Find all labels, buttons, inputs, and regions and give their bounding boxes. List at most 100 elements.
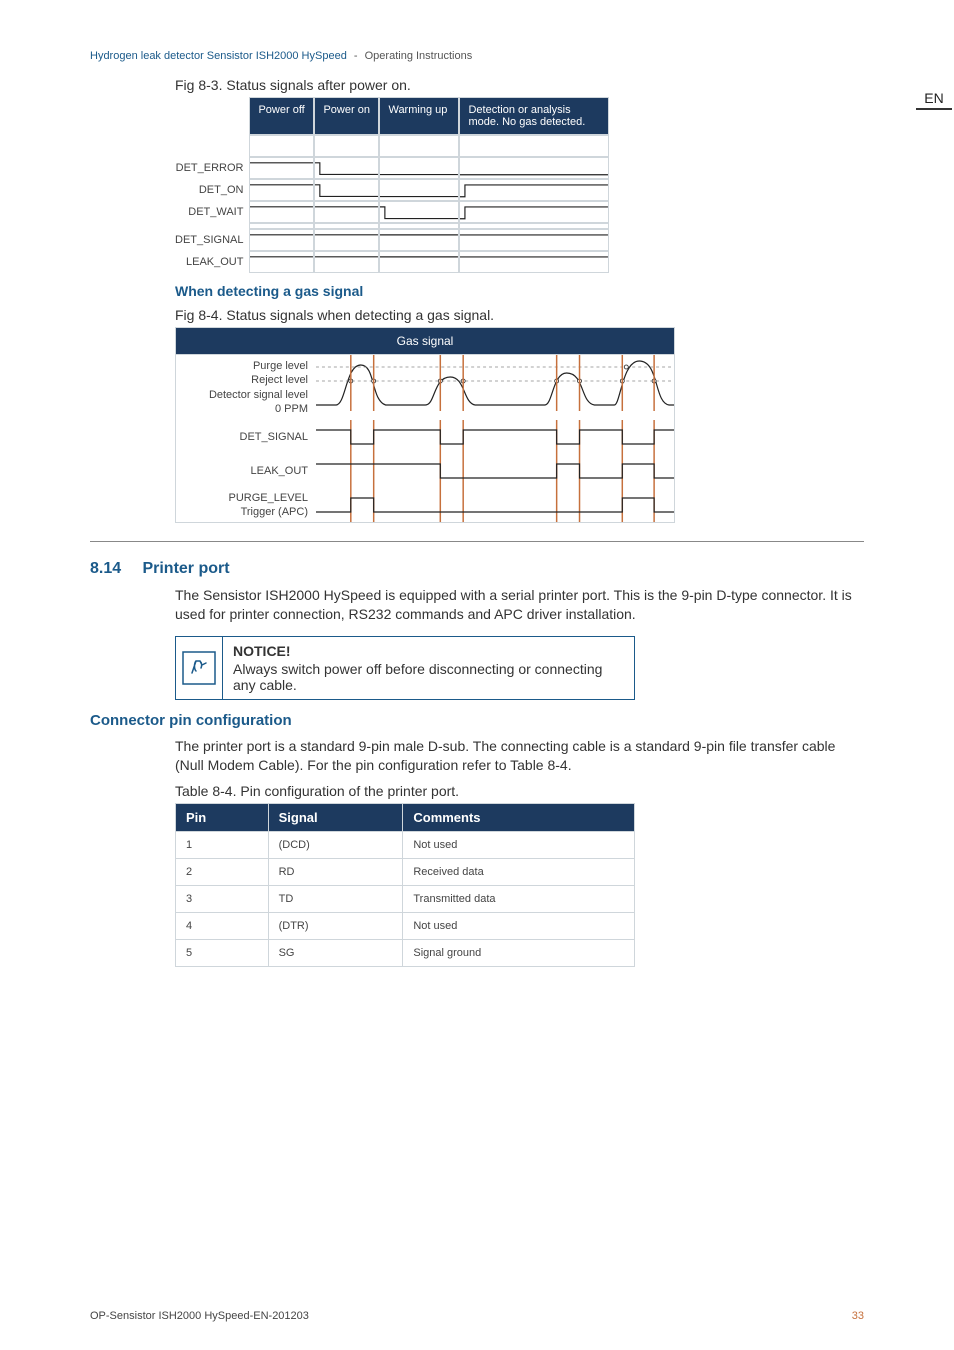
fig83-cell	[249, 135, 314, 157]
fig84-lbl: Purge level	[184, 359, 308, 373]
fig83-blank-header	[175, 97, 249, 135]
tbl-cell: 4	[176, 912, 269, 939]
table-row: 5SGSignal ground	[176, 939, 635, 966]
fig84-purge-row: PURGE_LEVEL Trigger (APC)	[176, 488, 674, 522]
when-detecting-heading: When detecting a gas signal	[175, 283, 864, 299]
fig83-cell	[379, 135, 459, 157]
notice-heading: NOTICE!	[233, 643, 624, 659]
section-8-14-heading: 8.14 Printer port	[90, 560, 864, 578]
fig84-lbl: Reject level	[184, 373, 308, 387]
fig84-detsignal-label: DET_SIGNAL	[176, 420, 316, 454]
fig84-analog-svg	[316, 355, 674, 411]
table-row: 1(DCD)Not used	[176, 831, 635, 858]
header-sep: -	[354, 50, 358, 62]
fig84-analog-labels: Purge level Reject level Detector signal…	[176, 355, 316, 420]
page-header: Hydrogen leak detector Sensistor ISH2000…	[90, 50, 864, 62]
section-rule	[90, 541, 864, 542]
fig83-cell	[249, 157, 314, 179]
fig83-cell	[314, 251, 379, 273]
tbl-cell: TD	[268, 885, 403, 912]
fig-8-4: Gas signal Purge level Reject level Dete…	[175, 327, 864, 523]
fig83-cell	[459, 201, 609, 223]
footer-doc: OP-Sensistor ISH2000 HySpeed-EN-201203	[90, 1310, 309, 1322]
tbl-cell: Transmitted data	[403, 885, 635, 912]
notice-icon	[176, 637, 223, 699]
notice-text: Always switch power off before disconnec…	[233, 661, 624, 693]
fig84-lbl: Detector signal level	[184, 388, 308, 402]
fig83-cell	[314, 229, 379, 251]
tbl-cell: 1	[176, 831, 269, 858]
fig84-lbl: 0 PPM	[184, 402, 308, 416]
fig83-cell	[249, 251, 314, 273]
table-8-4-caption: Table 8-4. Pin configuration of the prin…	[175, 783, 864, 799]
tbl-cell: (DCD)	[268, 831, 403, 858]
section-body: The Sensistor ISH2000 HySpeed is equippe…	[175, 586, 864, 624]
conn-title: Connector pin configuration	[90, 712, 864, 729]
fig-8-4-caption: Fig 8-4. Status signals when detecting a…	[175, 307, 864, 323]
header-section: Operating Instructions	[365, 50, 473, 62]
tbl-cell: RD	[268, 858, 403, 885]
fig84-purge-label: PURGE_LEVEL Trigger (APC)	[176, 488, 316, 522]
fig83-cell	[249, 229, 314, 251]
fig83-cell	[459, 135, 609, 157]
fig83-cell	[459, 229, 609, 251]
fig83-cell	[379, 229, 459, 251]
tbl-head-pin: Pin	[176, 803, 269, 831]
conn-body: The printer port is a standard 9-pin mal…	[175, 737, 864, 775]
fig83-cell	[379, 251, 459, 273]
section-number: 8.14	[90, 560, 138, 578]
fig84-leakout-row: LEAK_OUT	[176, 454, 674, 488]
notice-box: NOTICE! Always switch power off before d…	[175, 636, 635, 700]
fig84-head: Gas signal	[176, 328, 674, 355]
fig-8-3: Power off Power on Warming up Detection …	[175, 97, 864, 273]
tbl-head-signal: Signal	[268, 803, 403, 831]
fig83-cell	[314, 157, 379, 179]
fig83-cell	[314, 201, 379, 223]
tbl-cell: 3	[176, 885, 269, 912]
fig83-cell	[459, 157, 609, 179]
language-tab: EN	[914, 90, 954, 110]
fig84-purge-svg	[316, 488, 674, 522]
tbl-cell: Signal ground	[403, 939, 635, 966]
fig83-row-det-error: DET_ERROR	[175, 157, 249, 179]
fig83-spacerlabel	[175, 135, 249, 157]
header-product: Hydrogen leak detector Sensistor ISH2000…	[90, 50, 347, 62]
fig83-cell	[379, 179, 459, 201]
fig-8-3-caption: Fig 8-3. Status signals after power on.	[175, 77, 864, 93]
fig83-cell	[249, 179, 314, 201]
tbl-cell: Received data	[403, 858, 635, 885]
tbl-cell: (DTR)	[268, 912, 403, 939]
fig83-cell	[379, 201, 459, 223]
tbl-cell: Not used	[403, 831, 635, 858]
fig84-leakout-label: LEAK_OUT	[176, 454, 316, 488]
table-row: 3TDTransmitted data	[176, 885, 635, 912]
fig84-leakout-svg	[316, 454, 674, 488]
fig84-lbl: PURGE_LEVEL	[184, 491, 308, 505]
fig83-cell	[459, 179, 609, 201]
fig83-row-leak-out: LEAK_OUT	[175, 251, 249, 273]
fig83-row-det-signal: DET_SIGNAL	[175, 229, 249, 251]
page-footer: OP-Sensistor ISH2000 HySpeed-EN-201203 3…	[90, 1310, 864, 1322]
tbl-cell: 5	[176, 939, 269, 966]
fig83-col-detection: Detection or analysis mode. No gas detec…	[459, 97, 609, 135]
tbl-cell: Not used	[403, 912, 635, 939]
language-code: EN	[914, 90, 954, 106]
table-row: 2RDReceived data	[176, 858, 635, 885]
fig83-row-det-on: DET_ON	[175, 179, 249, 201]
fig83-col-poweroff: Power off	[249, 97, 314, 135]
fig83-cell	[314, 135, 379, 157]
fig83-row-det-wait: DET_WAIT	[175, 201, 249, 223]
fig84-detsignal-row: DET_SIGNAL	[176, 420, 674, 454]
tbl-cell: 2	[176, 858, 269, 885]
language-underline	[916, 108, 952, 110]
fig83-col-poweron: Power on	[314, 97, 379, 135]
fig84-detsignal-svg	[316, 420, 674, 454]
fig83-cell	[314, 179, 379, 201]
fig83-cell	[379, 157, 459, 179]
fig83-cell	[459, 251, 609, 273]
fig84-analog-row: Purge level Reject level Detector signal…	[176, 355, 674, 420]
section-title: Printer port	[142, 560, 229, 577]
notice-body: NOTICE! Always switch power off before d…	[223, 637, 634, 699]
tbl-cell: SG	[268, 939, 403, 966]
table-row: 4(DTR)Not used	[176, 912, 635, 939]
